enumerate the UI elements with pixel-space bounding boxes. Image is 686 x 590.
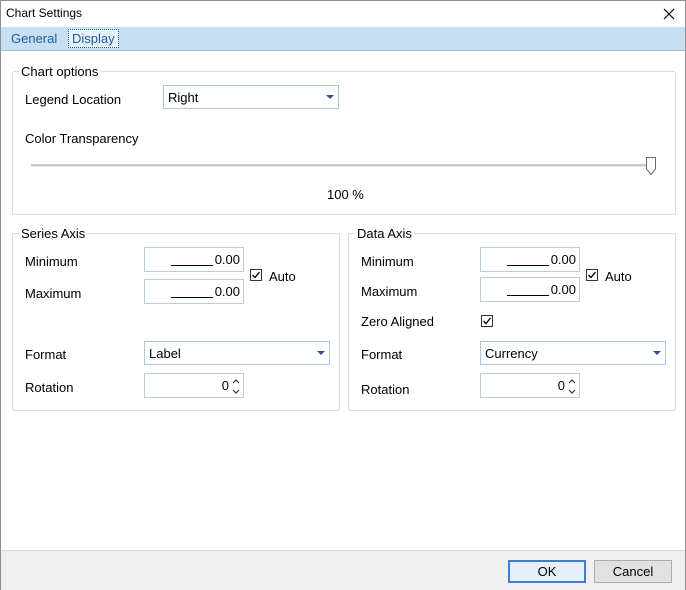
spin-up-icon[interactable] [232,377,240,386]
chevron-down-icon [326,95,334,99]
chevron-down-icon [317,351,325,355]
series-maximum-label: Maximum [25,286,82,301]
data-rotation-stepper[interactable]: 0 [480,373,580,398]
chart-options-title: Chart options [19,64,101,79]
tab-display[interactable]: Display [68,29,119,48]
dialog-footer: OK Cancel [1,550,685,590]
data-minimum-value: 0.00 [550,252,576,267]
zero-aligned-checkbox[interactable] [481,315,493,327]
close-icon [663,8,675,20]
data-maximum-label: Maximum [361,284,418,299]
series-minimum-value: 0.00 [214,252,240,267]
mask-underline [171,265,213,266]
legend-location-value: Right [168,90,199,105]
spin-up-icon[interactable] [568,377,576,386]
tab-general[interactable]: General [8,30,60,47]
window-title: Chart Settings [6,6,83,20]
data-auto-checkbox[interactable] [586,269,598,281]
color-transparency-label: Color Transparency [25,131,139,146]
series-rotation-label: Rotation [25,380,74,395]
series-rotation-value: 0 [221,378,229,393]
data-maximum-value: 0.00 [550,282,576,297]
transparency-slider-track[interactable] [31,164,653,167]
series-minimum-label: Minimum [25,254,78,269]
series-auto-label: Auto [269,269,296,284]
spin-down-icon[interactable] [232,387,240,396]
mask-underline [171,297,213,298]
data-format-select[interactable]: Currency [480,341,666,365]
data-auto-label: Auto [605,269,632,284]
zero-aligned-label: Zero Aligned [361,314,434,329]
data-axis-title: Data Axis [355,226,414,241]
ok-button[interactable]: OK [508,560,586,583]
chart-settings-dialog: Chart Settings General Display Chart opt… [0,0,686,590]
series-axis-title: Series Axis [19,226,88,241]
title-bar: Chart Settings [1,1,685,27]
data-rotation-value: 0 [557,378,565,393]
spin-down-icon[interactable] [568,387,576,396]
series-format-select[interactable]: Label [144,341,330,365]
series-maximum-value: 0.00 [214,284,240,299]
chevron-down-icon [653,351,661,355]
cancel-button[interactable]: Cancel [594,560,672,583]
data-minimum-input[interactable]: 0.00 [480,247,580,272]
data-minimum-label: Minimum [361,254,414,269]
data-maximum-input[interactable]: 0.00 [480,277,580,302]
checkmark-icon [483,317,492,325]
data-rotation-label: Rotation [361,382,410,397]
transparency-value: 100 % [327,187,364,202]
series-format-value: Label [149,346,181,361]
series-minimum-input[interactable]: 0.00 [144,247,244,272]
series-auto-checkbox[interactable] [250,269,262,281]
series-format-label: Format [25,347,67,362]
series-maximum-input[interactable]: 0.00 [144,279,244,304]
tab-strip: General Display [1,27,685,51]
data-format-value: Currency [485,346,538,361]
mask-underline [507,265,549,266]
series-rotation-stepper[interactable]: 0 [144,373,244,398]
display-tab-content: Chart options Legend Location Right Colo… [1,51,685,550]
checkmark-icon [588,271,597,279]
close-button[interactable] [653,1,685,27]
legend-location-label: Legend Location [25,92,122,107]
legend-location-select[interactable]: Right [163,85,339,109]
mask-underline [507,295,549,296]
data-format-label: Format [361,347,403,362]
checkmark-icon [252,271,261,279]
transparency-slider-thumb[interactable] [646,157,656,175]
